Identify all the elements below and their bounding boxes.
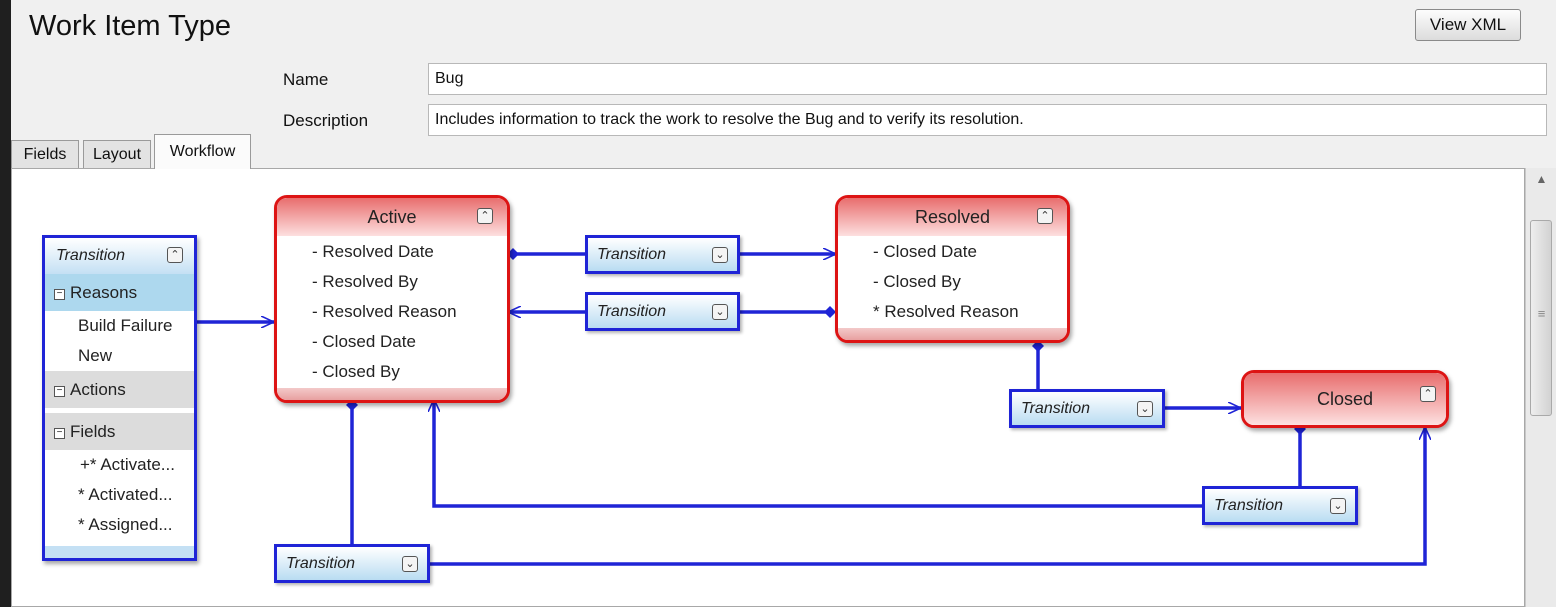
collapse-box-icon[interactable]: − [54,428,65,439]
collapse-icon[interactable]: ⌃ [167,247,183,263]
work-item-type-editor: Work Item Type View XML Name Bug Descrip… [11,0,1556,607]
state-header: Closed ⌃ [1244,373,1446,425]
transition-panel-title: Transition [56,247,126,264]
transition-label: Transition [597,245,667,263]
state-field: - Resolved By [312,272,418,291]
transition-label: Transition [286,554,356,572]
scrollbar-grip-icon: ≡ [1537,306,1546,321]
reasons-section[interactable]: − Reasons [45,274,194,311]
transition-panel-header: Transition ⌃ [45,238,194,274]
description-field[interactable]: Includes information to track the work t… [428,104,1547,136]
actions-section[interactable]: − Actions [45,371,194,408]
state-field: - Closed By [873,272,961,291]
name-field[interactable]: Bug [428,63,1547,95]
state-header: Resolved ⌃ [838,198,1067,236]
state-name: Resolved [914,206,991,227]
state-name: Active [367,206,417,227]
collapse-icon[interactable]: ⌃ [477,208,493,224]
transition-label: Transition [597,302,667,320]
section-label: Actions [70,380,126,399]
scroll-up-icon[interactable]: ▲ [1526,172,1556,186]
transition-panel-expanded[interactable]: Transition ⌃ − Reasons Build Failure New … [42,235,197,561]
expand-icon[interactable]: ⌄ [712,304,728,320]
collapse-icon[interactable]: ⌃ [1037,208,1053,224]
tab-workflow[interactable]: Workflow [154,134,251,169]
transition-resolved-to-active[interactable]: Transition ⌄ [585,292,740,331]
transition-panel-footer [45,546,194,558]
transition-resolved-to-closed[interactable]: Transition ⌄ [1009,389,1165,428]
fields-section[interactable]: − Fields [45,413,194,450]
transition-closed-to-active[interactable]: Transition ⌄ [1202,486,1358,525]
tab-layout[interactable]: Layout [83,140,151,169]
field-item[interactable]: +* Activate... [45,450,194,480]
state-footer [277,388,507,400]
expand-icon[interactable]: ⌄ [1137,401,1153,417]
reason-item[interactable]: Build Failure [45,311,194,341]
transition-active-to-closed[interactable]: Transition ⌄ [274,544,430,583]
name-label: Name [283,70,329,89]
page-title: Work Item Type [29,10,231,42]
state-field: - Closed Date [312,332,416,351]
expand-icon[interactable]: ⌄ [712,247,728,263]
state-resolved[interactable]: Resolved ⌃ - Closed Date - Closed By * R… [835,195,1070,343]
state-field: - Resolved Date [312,242,434,261]
state-field: - Closed By [312,362,400,381]
expand-icon[interactable]: ⌄ [1330,498,1346,514]
transition-label: Transition [1021,399,1091,417]
state-name: Closed [1316,388,1374,409]
collapse-box-icon[interactable]: − [54,289,65,300]
state-active[interactable]: Active ⌃ - Resolved Date - Resolved By -… [274,195,510,403]
section-label: Fields [70,422,116,441]
reason-item[interactable]: New [45,341,194,371]
state-field: * Resolved Reason [873,302,1019,321]
transition-active-to-resolved[interactable]: Transition ⌄ [585,235,740,274]
state-field: - Resolved Reason [312,302,457,321]
collapse-box-icon[interactable]: − [54,386,65,397]
tab-fields[interactable]: Fields [11,140,79,169]
transition-label: Transition [1214,496,1284,514]
field-item[interactable]: * Activated... [45,480,194,510]
vertical-scrollbar[interactable]: ▲ ≡ [1525,168,1556,607]
field-item[interactable]: * Assigned... [45,510,194,540]
view-xml-button[interactable]: View XML [1415,9,1521,41]
state-header: Active ⌃ [277,198,507,236]
expand-icon[interactable]: ⌄ [402,556,418,572]
state-closed[interactable]: Closed ⌃ [1241,370,1449,428]
state-field: - Closed Date [873,242,977,261]
description-label: Description [283,111,369,130]
state-footer [838,328,1067,340]
workflow-canvas[interactable]: Transition ⌃ − Reasons Build Failure New … [11,168,1525,607]
collapse-icon[interactable]: ⌃ [1420,386,1436,402]
section-label: Reasons [70,283,138,302]
